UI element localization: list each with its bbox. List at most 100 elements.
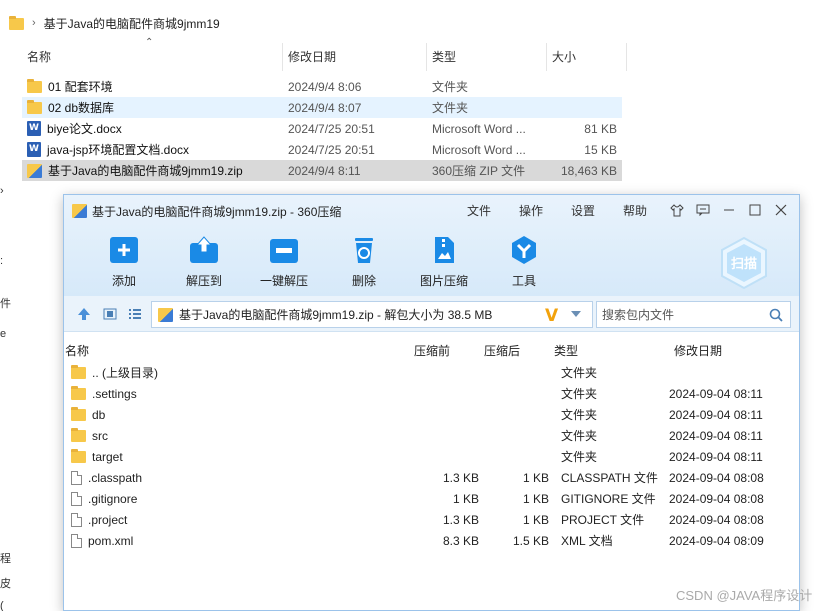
tools-label: 工具 bbox=[511, 274, 536, 288]
archive-row[interactable]: .settings 文件夹 2024-09-04 08:11 bbox=[64, 383, 799, 404]
archive-row[interactable]: .. (上级目录) 文件夹 bbox=[64, 362, 799, 383]
column-date-modified[interactable]: 修改日期 bbox=[674, 340, 784, 362]
entry-size-after: 1 KB bbox=[522, 512, 549, 527]
nav-pane-fragment: e bbox=[0, 328, 7, 340]
archive-row[interactable]: .classpath 1.3 KB 1 KB CLASSPATH 文件 2024… bbox=[64, 467, 799, 488]
v-logo-icon[interactable]: V bbox=[545, 306, 558, 326]
navigation-bar: 基于Java的电脑配件商城9jmm19.zip - 解包大小为 38.5 MB … bbox=[64, 296, 799, 332]
column-name[interactable]: 名称 bbox=[22, 43, 283, 71]
menu-file[interactable]: 文件 bbox=[453, 202, 505, 219]
breadcrumb[interactable]: 基于Java的电脑配件商城9jmm19 bbox=[44, 15, 220, 32]
archive-row[interactable]: .gitignore 1 KB 1 KB GITIGNORE 文件 2024-0… bbox=[64, 488, 799, 509]
scan-label: 扫描 bbox=[731, 256, 757, 272]
entry-date: 2024-09-04 08:08 bbox=[669, 512, 764, 527]
zip-archive-icon bbox=[27, 163, 42, 178]
menu-operate[interactable]: 操作 bbox=[505, 202, 557, 219]
column-size-after[interactable]: 压缩后 bbox=[484, 340, 554, 362]
menu-help[interactable]: 帮助 bbox=[609, 202, 661, 219]
minimize-icon[interactable] bbox=[716, 200, 742, 220]
nav-pane-fragment: 皮 bbox=[0, 578, 11, 590]
tools-button[interactable]: 工具 bbox=[484, 235, 564, 289]
close-icon[interactable] bbox=[768, 200, 794, 220]
folder-icon bbox=[71, 406, 86, 421]
title-bar[interactable]: 基于Java的电脑配件商城9jmm19.zip - 360压缩 文件 操作 设置… bbox=[64, 195, 799, 225]
entry-type: 文件夹 bbox=[561, 450, 598, 464]
file-name: 01 配套环境 bbox=[48, 80, 113, 94]
search-input[interactable] bbox=[602, 307, 762, 322]
entry-name: src bbox=[92, 428, 108, 443]
explorer-column-header: 名称 修改日期 类型 大小 bbox=[22, 43, 627, 71]
file-icon bbox=[71, 512, 82, 527]
file-date: 2024/7/25 20:51 bbox=[288, 142, 375, 157]
file-date: 2024/9/4 8:07 bbox=[288, 100, 362, 115]
nav-pane-fragment: 件 bbox=[0, 298, 11, 310]
scan-button[interactable]: 扫描 bbox=[716, 235, 772, 291]
path-dropdown-icon[interactable] bbox=[571, 311, 581, 317]
archive-column-header: 名称 压缩前 压缩后 类型 修改日期 bbox=[64, 340, 799, 362]
file-date: 2024/7/25 20:51 bbox=[288, 121, 375, 136]
shirt-skin-icon[interactable] bbox=[664, 200, 690, 220]
watermark: CSDN @JAVA程序设计 bbox=[676, 588, 813, 603]
image-compress-icon bbox=[428, 235, 460, 265]
extract-to-label: 解压到 bbox=[185, 274, 222, 288]
menu-bar: 文件 操作 设置 帮助 bbox=[453, 202, 661, 219]
folder-icon bbox=[27, 99, 42, 114]
folder-icon bbox=[71, 385, 86, 400]
search-icon[interactable] bbox=[769, 308, 783, 325]
column-name[interactable]: 名称 bbox=[64, 340, 414, 362]
archive-row[interactable]: src 文件夹 2024-09-04 08:11 bbox=[64, 425, 799, 446]
file-row[interactable]: 02 db数据库 2024/9/4 8:07 文件夹 bbox=[22, 97, 622, 118]
window-title: 基于Java的电脑配件商城9jmm19.zip - 360压缩 bbox=[92, 205, 342, 219]
folder-icon bbox=[71, 427, 86, 442]
archive-path-field[interactable]: 基于Java的电脑配件商城9jmm19.zip - 解包大小为 38.5 MB … bbox=[151, 301, 593, 328]
entry-type: 文件夹 bbox=[561, 366, 598, 380]
list-view-icon[interactable] bbox=[127, 307, 143, 321]
archive-row[interactable]: db 文件夹 2024-09-04 08:11 bbox=[64, 404, 799, 425]
one-click-extract-button[interactable]: 一键解压 bbox=[244, 235, 324, 289]
archive-row[interactable]: target 文件夹 2024-09-04 08:11 bbox=[64, 446, 799, 467]
maximize-icon[interactable] bbox=[742, 200, 768, 220]
search-box bbox=[596, 301, 791, 328]
column-type[interactable]: 类型 bbox=[427, 43, 547, 71]
file-row-selected[interactable]: 基于Java的电脑配件商城9jmm19.zip 2024/9/4 8:11 36… bbox=[22, 160, 622, 181]
entry-type: CLASSPATH 文件 bbox=[561, 471, 658, 485]
archive-row[interactable]: pom.xml 8.3 KB 1.5 KB XML 文档 2024-09-04 … bbox=[64, 530, 799, 551]
nav-pane-fragment: : bbox=[0, 255, 4, 267]
column-type[interactable]: 类型 bbox=[554, 340, 674, 362]
menu-settings[interactable]: 设置 bbox=[557, 202, 609, 219]
folder-icon bbox=[71, 448, 86, 463]
archive-path-text: 基于Java的电脑配件商城9jmm19.zip - 解包大小为 38.5 MB bbox=[179, 308, 493, 322]
up-arrow-icon[interactable] bbox=[76, 307, 92, 321]
entry-date: 2024-09-04 08:11 bbox=[669, 449, 763, 464]
thumbnail-view-icon[interactable] bbox=[102, 307, 118, 321]
folder-icon bbox=[71, 364, 86, 379]
feedback-icon[interactable] bbox=[690, 200, 716, 220]
image-compress-button[interactable]: 图片压缩 bbox=[404, 235, 484, 289]
file-row[interactable]: Wbiye论文.docx 2024/7/25 20:51 Microsoft W… bbox=[22, 118, 622, 139]
extract-to-button[interactable]: 解压到 bbox=[164, 235, 244, 289]
file-size: 18,463 KB bbox=[560, 163, 617, 178]
entry-type: XML 文档 bbox=[561, 534, 613, 548]
address-bar[interactable]: › 基于Java的电脑配件商城9jmm19 bbox=[9, 10, 220, 36]
archive-row[interactable]: .project 1.3 KB 1 KB PROJECT 文件 2024-09-… bbox=[64, 509, 799, 530]
add-button[interactable]: 添加 bbox=[84, 235, 164, 289]
file-row[interactable]: Wjava-jsp环境配置文档.docx 2024/7/25 20:51 Mic… bbox=[22, 139, 622, 160]
one-click-extract-label: 一键解压 bbox=[259, 274, 308, 288]
explorer-file-list: 01 配套环境 2024/9/4 8:06 文件夹 02 db数据库 2024/… bbox=[22, 76, 622, 181]
entry-date: 2024-09-04 08:11 bbox=[669, 386, 763, 401]
file-date: 2024/9/4 8:11 bbox=[288, 163, 361, 178]
word-doc-icon: W bbox=[27, 121, 41, 136]
column-size-before[interactable]: 压缩前 bbox=[414, 340, 484, 362]
column-date-modified[interactable]: 修改日期 bbox=[283, 43, 427, 71]
delete-button[interactable]: 删除 bbox=[324, 235, 404, 289]
column-size[interactable]: 大小 bbox=[547, 43, 627, 71]
entry-name: .settings bbox=[92, 386, 137, 401]
image-compress-label: 图片压缩 bbox=[419, 274, 468, 288]
entry-date: 2024-09-04 08:09 bbox=[669, 533, 764, 548]
file-name: java-jsp环境配置文档.docx bbox=[47, 143, 190, 157]
entry-name: target bbox=[92, 449, 123, 464]
file-row[interactable]: 01 配套环境 2024/9/4 8:06 文件夹 bbox=[22, 76, 622, 97]
recycle-bin-icon bbox=[348, 235, 380, 265]
file-name: biye论文.docx bbox=[47, 122, 122, 136]
file-size: 15 KB bbox=[584, 142, 617, 157]
